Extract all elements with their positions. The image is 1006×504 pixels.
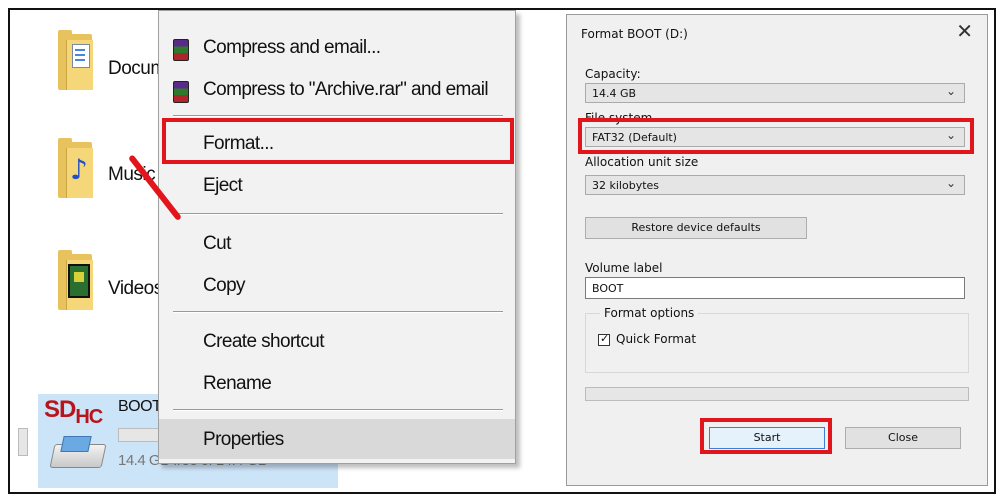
file-system-highlight	[578, 118, 974, 154]
quick-format-checkbox[interactable]: ✓	[598, 332, 610, 346]
music-note-icon: ♪	[70, 153, 88, 186]
menu-separator	[173, 213, 503, 215]
restore-defaults-button[interactable]: Restore device defaults	[585, 217, 807, 239]
context-menu: Compress and email... Compress to "Archi…	[158, 10, 516, 464]
menu-item-compress-and-email[interactable]: Compress and email...	[159, 27, 515, 67]
document-icon	[72, 44, 90, 68]
close-button[interactable]: Close	[845, 427, 961, 449]
menu-item-properties[interactable]: Properties	[159, 419, 515, 459]
menu-separator	[173, 409, 503, 411]
scrollbar-stub[interactable]	[18, 428, 28, 456]
menu-separator	[173, 311, 503, 313]
folder-label-videos[interactable]: Videos	[108, 278, 163, 300]
format-options-group: Format options ✓ Quick Format	[585, 306, 969, 373]
allocation-unit-label: Allocation unit size	[585, 155, 699, 169]
menu-item-eject[interactable]: Eject	[159, 165, 515, 205]
volume-label-label: Volume label	[585, 261, 663, 275]
documents-folder-icon[interactable]	[58, 30, 93, 90]
format-dialog: Format BOOT (D:) ✕ Capacity: 14.4 GB ⌄ F…	[566, 14, 988, 486]
capacity-select[interactable]: 14.4 GB ⌄	[585, 83, 965, 103]
volume-label-input[interactable]: BOOT	[585, 277, 965, 299]
menu-item-copy[interactable]: Copy	[159, 265, 515, 305]
film-icon	[68, 264, 90, 298]
format-menu-highlight	[162, 118, 514, 164]
dialog-title: Format BOOT (D:)	[581, 27, 688, 41]
menu-item-compress-to-archive-and-email[interactable]: Compress to "Archive.rar" and email	[159, 69, 515, 109]
chevron-down-icon: ⌄	[945, 176, 956, 190]
quick-format-label[interactable]: Quick Format	[616, 332, 696, 346]
checkmark-icon: ✓	[600, 332, 610, 345]
removable-disk-icon	[49, 436, 107, 470]
menu-item-rename[interactable]: Rename	[159, 363, 515, 403]
menu-item-cut[interactable]: Cut	[159, 223, 515, 263]
winrar-icon	[173, 39, 189, 61]
format-progress-bar	[585, 387, 969, 401]
menu-item-create-shortcut[interactable]: Create shortcut	[159, 321, 515, 361]
format-options-legend: Format options	[600, 306, 699, 320]
music-folder-icon[interactable]: ♪	[58, 138, 93, 198]
winrar-icon	[173, 81, 189, 103]
start-button-highlight	[700, 418, 832, 454]
allocation-unit-select[interactable]: 32 kilobytes ⌄	[585, 175, 965, 195]
videos-folder-icon[interactable]	[58, 250, 93, 310]
chevron-down-icon: ⌄	[945, 84, 956, 98]
sdhc-logo: SDHC	[44, 396, 103, 428]
menu-separator	[173, 115, 503, 117]
capacity-label: Capacity:	[585, 67, 641, 81]
close-icon[interactable]: ✕	[956, 21, 973, 41]
